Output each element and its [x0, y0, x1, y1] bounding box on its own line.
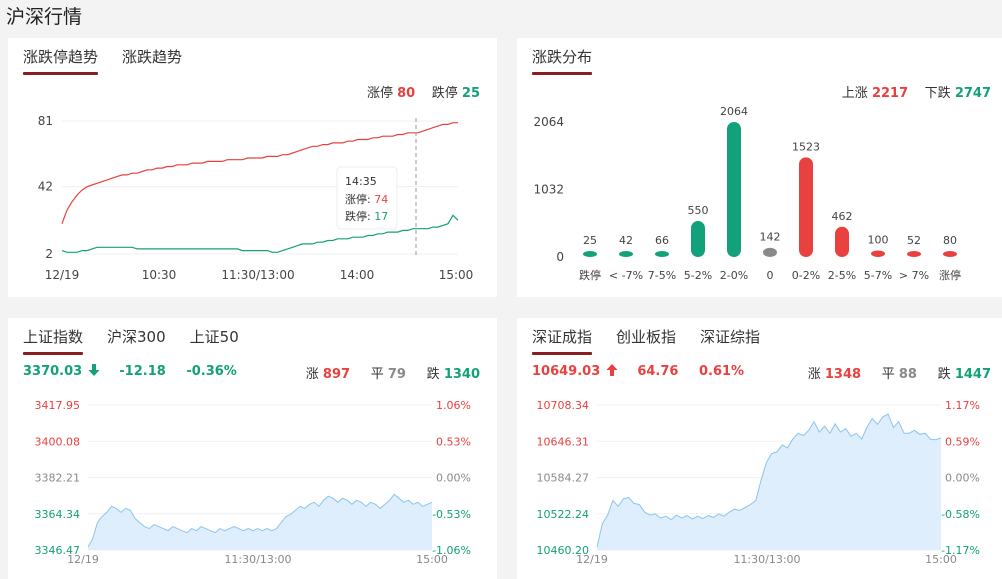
- bar-value-label: 25: [583, 234, 597, 247]
- sh-intraday-chart[interactable]: 3417.95 1.06% 3400.08 0.53% 3382.21 0.00% 3364…: [8, 318, 497, 579]
- bar-value-label: 80: [943, 234, 957, 247]
- category-label: 7-5%: [648, 269, 676, 282]
- tooltip-time: 14:35: [345, 175, 377, 188]
- y-tick-label-left: 10646.31: [537, 435, 590, 448]
- distribution-bar: [763, 247, 777, 257]
- limit-trend-chart[interactable]: 81 42 2 12/19 10:30 11:30/13:00 14:00 15:00 14:3…: [8, 38, 497, 297]
- y-tick-label-right: 1.06%: [436, 399, 471, 412]
- x-tick-label: 11:30/13:00: [733, 553, 800, 566]
- category-label: < -7%: [609, 269, 643, 282]
- x-tick-label: 15:00: [439, 268, 474, 282]
- y-tick-label: 42: [38, 180, 53, 194]
- category-label: 跌停: [579, 268, 601, 282]
- bar-value-label: 142: [760, 231, 781, 244]
- y-tick-label: 2064: [533, 115, 564, 129]
- distribution-bar: [943, 251, 957, 257]
- y-tick-label-right: -0.53%: [432, 508, 471, 521]
- y-tick-label: 81: [38, 114, 53, 128]
- distribution-bar: [799, 157, 813, 257]
- bar-value-label: 550: [688, 204, 709, 217]
- distribution-bar: [583, 251, 597, 257]
- x-tick-label: 10:30: [142, 268, 177, 282]
- bar-value-label: 100: [868, 233, 889, 246]
- y-tick-label-left: 10522.24: [537, 508, 590, 521]
- y-tick-label-right: 0.53%: [436, 435, 471, 448]
- distribution-bar: [871, 250, 885, 257]
- tooltip-limit-up: 涨停: 74: [345, 192, 388, 206]
- bar-value-label: 1523: [792, 140, 820, 153]
- bar-value-label: 2064: [720, 105, 748, 118]
- x-tick-label: 15:00: [925, 553, 957, 566]
- x-tick-label: 15:00: [416, 553, 448, 566]
- category-label: 涨停: [939, 268, 961, 282]
- y-tick-label-left: 3382.21: [35, 472, 81, 485]
- sz-intraday-chart[interactable]: 10708.34 1.17% 10646.31 0.59% 10584.27 0.00% 1…: [517, 318, 1002, 579]
- limit-up-series-line: [61, 122, 458, 224]
- bar-value-label: 52: [907, 234, 921, 247]
- bar-value-label: 66: [655, 234, 669, 247]
- y-tick-label-right: 1.17%: [945, 399, 980, 412]
- y-tick-label: 1032: [533, 183, 564, 197]
- y-tick-label-right: 0.00%: [436, 472, 471, 485]
- category-label: 5-2%: [684, 269, 712, 282]
- x-tick-label: 12/19: [67, 553, 99, 566]
- bar-value-label: 42: [619, 234, 633, 247]
- category-label: 0-2%: [792, 269, 820, 282]
- distribution-bar: [619, 251, 633, 257]
- x-tick-label: 11:30/13:00: [221, 268, 294, 282]
- bar-value-label: 462: [832, 210, 853, 223]
- distribution-bar: [691, 221, 705, 257]
- category-label: 0: [767, 269, 774, 282]
- tooltip-limit-down: 跌停: 17: [345, 209, 388, 223]
- price-area-fill: [597, 414, 941, 550]
- x-tick-label: 12/19: [45, 268, 80, 282]
- x-tick-label: 14:00: [340, 268, 375, 282]
- category-label: 2-5%: [828, 269, 856, 282]
- shenzhen-index-panel: 深证成指 创业板指 深证综指 10649.03 64.76 0.61% 涨 13…: [517, 318, 1002, 579]
- y-tick-label: 0: [556, 250, 564, 264]
- category-label: > 7%: [899, 269, 929, 282]
- page-title: 沪深行情: [6, 6, 83, 28]
- y-tick-label-left: 10708.34: [537, 399, 590, 412]
- distribution-bar: [655, 251, 669, 257]
- distribution-chart: 2064 1032 0 25 跌停 42 < -7% 66 7-5% 550 5-2% 2064 2-0…: [533, 105, 961, 282]
- category-label: 5-7%: [864, 269, 892, 282]
- limit-down-series-line: [61, 214, 459, 253]
- distribution-bar: [907, 251, 921, 257]
- distribution-bar: [727, 122, 741, 257]
- distribution-panel: 涨跌分布 上涨 2217 下跌 2747 2064 1032 0 25 跌停 42 < -7…: [517, 38, 1002, 297]
- y-tick-label-left: 3400.08: [35, 435, 81, 448]
- shanghai-index-panel: 上证指数 沪深300 上证50 3370.03 -12.18 -0.36% 涨 …: [8, 318, 497, 579]
- y-tick-label-left: 10584.27: [537, 472, 590, 485]
- x-tick-label: 12/19: [576, 553, 608, 566]
- y-tick-label-right: 0.00%: [945, 472, 980, 485]
- distribution-bar: [835, 226, 849, 257]
- y-tick-label-left: 3364.34: [35, 508, 81, 521]
- y-tick-label-right: 0.59%: [945, 435, 980, 448]
- category-label: 2-0%: [720, 269, 748, 282]
- y-tick-label-left: 3417.95: [35, 399, 81, 412]
- y-tick-label: 2: [45, 247, 53, 261]
- x-tick-label: 11:30/13:00: [224, 553, 291, 566]
- y-tick-label-right: -0.58%: [941, 508, 980, 521]
- limit-trend-panel: 涨跌停趋势 涨跌趋势 涨停 80 跌停 25 81 42 2 12/19 10:30 11…: [8, 38, 497, 297]
